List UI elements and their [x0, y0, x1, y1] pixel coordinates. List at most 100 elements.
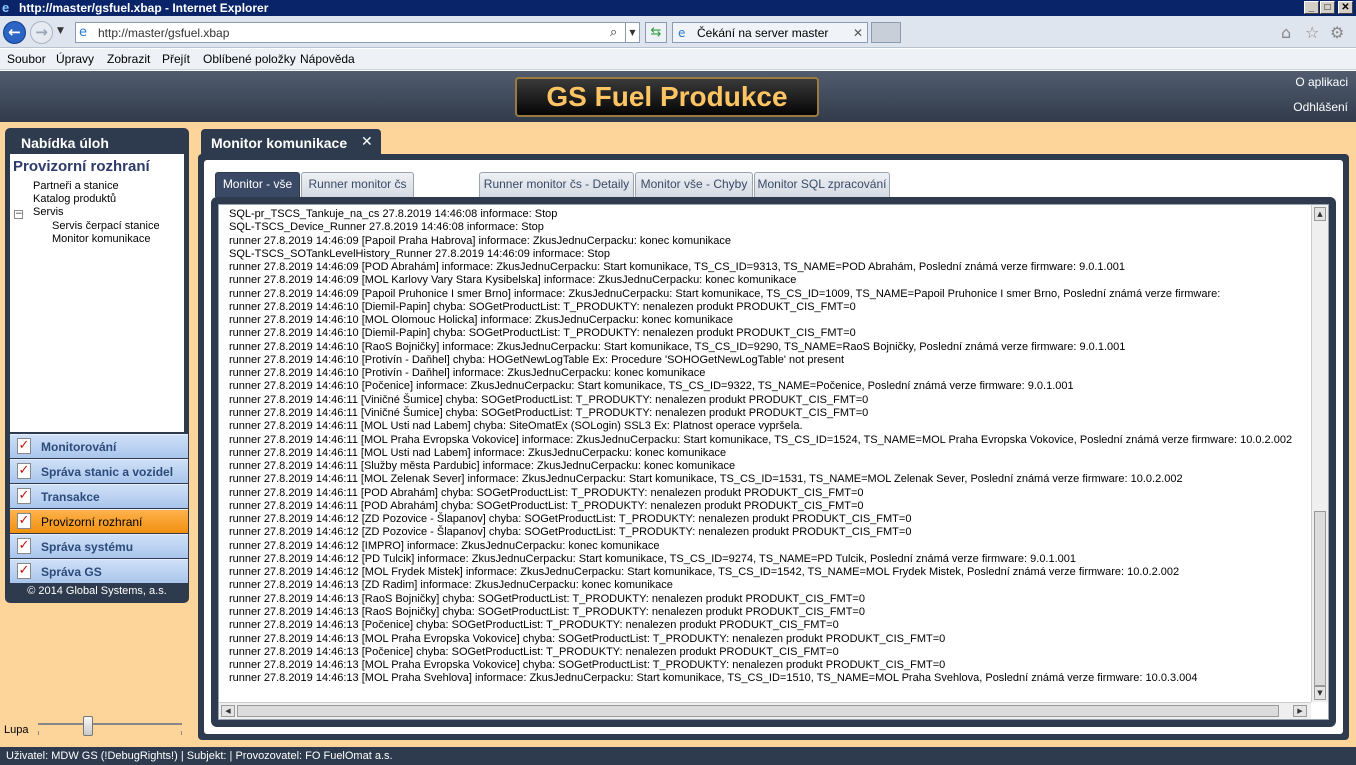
- log-line[interactable]: runner 27.8.2019 14:46:12 [ZD Pozovice -…: [229, 513, 1309, 526]
- menu-file[interactable]: Soubor: [7, 52, 46, 66]
- log-lines: SQL-pr_TSCS_Tankuje_na_cs 27.8.2019 14:4…: [229, 208, 1309, 686]
- log-line[interactable]: runner 27.8.2019 14:46:10 [Diemil-Papin]…: [229, 301, 1309, 314]
- close-icon[interactable]: ✕: [361, 134, 373, 150]
- log-line[interactable]: runner 27.8.2019 14:46:13 [ZD Radim] inf…: [229, 579, 1309, 592]
- nav-label: Monitorování: [41, 440, 117, 454]
- log-line[interactable]: SQL-TSCS_Device_Runner 27.8.2019 14:46:0…: [229, 221, 1309, 234]
- tree-item-monitor[interactable]: Monitor komunikace: [52, 233, 150, 246]
- nav-label: Transakce: [41, 490, 100, 504]
- log-line[interactable]: runner 27.8.2019 14:46:09 [MOL Karlovy V…: [229, 274, 1309, 287]
- zoom-slider-track[interactable]: [38, 723, 182, 725]
- tree-item-service[interactable]: Servis: [33, 206, 64, 219]
- main-content: Monitor - vše Runner monitor čs Runner m…: [204, 160, 1343, 734]
- log-line[interactable]: runner 27.8.2019 14:46:13 [MOL Praha Evr…: [229, 633, 1309, 646]
- new-tab-button[interactable]: [871, 22, 901, 43]
- vertical-scroll-thumb[interactable]: [1314, 511, 1326, 686]
- tab-close-icon[interactable]: ✕: [853, 25, 863, 41]
- tree-collapse-toggle[interactable]: −: [14, 210, 23, 219]
- gear-icon[interactable]: ⚙: [1330, 24, 1344, 42]
- menu-favorites[interactable]: Oblíbené položky: [203, 52, 296, 66]
- log-line[interactable]: runner 27.8.2019 14:46:10 [Počenice] inf…: [229, 380, 1309, 393]
- nav-gs-admin[interactable]: ✓ Správa GS: [10, 559, 188, 583]
- log-line[interactable]: runner 27.8.2019 14:46:10 [Diemil-Papin]…: [229, 327, 1309, 340]
- search-icon[interactable]: ⌕: [610, 24, 617, 41]
- logout-link[interactable]: Odhlášení: [1293, 100, 1348, 114]
- log-line[interactable]: runner 27.8.2019 14:46:11 [Viničné Šumic…: [229, 394, 1309, 407]
- log-line[interactable]: runner 27.8.2019 14:46:13 [Počenice] chy…: [229, 619, 1309, 632]
- tab-runner-monitor[interactable]: Runner monitor čs: [301, 172, 414, 197]
- log-line[interactable]: runner 27.8.2019 14:46:13 [Počenice] chy…: [229, 646, 1309, 659]
- log-line[interactable]: runner 27.8.2019 14:46:11 [Viničné Šumic…: [229, 407, 1309, 420]
- tree-item-station-service[interactable]: Servis čerpací stanice: [52, 220, 160, 233]
- zoom-tick: [38, 731, 39, 735]
- tree-title: Provizorní rozhraní: [13, 158, 150, 175]
- menu-go[interactable]: Přejít: [162, 52, 190, 66]
- ie-logo-icon: e: [2, 0, 10, 15]
- log-line[interactable]: SQL-pr_TSCS_Tankuje_na_cs 27.8.2019 14:4…: [229, 208, 1309, 221]
- refresh-icon: ⇆: [650, 25, 662, 40]
- log-line[interactable]: runner 27.8.2019 14:46:11 [MOL Usti nad …: [229, 420, 1309, 433]
- log-line[interactable]: runner 27.8.2019 14:46:10 [RaoS Bojničky…: [229, 341, 1309, 354]
- scroll-left-icon[interactable]: ◀: [221, 705, 235, 717]
- nav-system-admin[interactable]: ✓ Správa systému: [10, 534, 188, 558]
- log-line[interactable]: runner 27.8.2019 14:46:11 [POD Abrahám] …: [229, 500, 1309, 513]
- log-line[interactable]: runner 27.8.2019 14:46:11 [POD Abrahám] …: [229, 487, 1309, 500]
- log-line[interactable]: runner 27.8.2019 14:46:11 [MOL Praha Evr…: [229, 434, 1309, 447]
- log-line[interactable]: runner 27.8.2019 14:46:10 [MOL Olomouc H…: [229, 314, 1309, 327]
- log-line[interactable]: runner 27.8.2019 14:46:13 [RaoS Bojničky…: [229, 593, 1309, 606]
- star-icon[interactable]: ☆: [1305, 24, 1319, 42]
- tree-item-partners[interactable]: Partneři a stanice: [33, 180, 119, 193]
- tab-monitor-errors[interactable]: Monitor vše - Chyby: [635, 172, 753, 197]
- nav-transactions[interactable]: ✓ Transakce: [10, 484, 188, 508]
- log-line[interactable]: runner 27.8.2019 14:46:13 [MOL Praha Sve…: [229, 672, 1309, 685]
- scroll-right-icon[interactable]: ▶: [1293, 705, 1307, 717]
- log-line[interactable]: runner 27.8.2019 14:46:12 [PD Tulcik] in…: [229, 553, 1309, 566]
- log-line[interactable]: runner 27.8.2019 14:46:11 [MOL Usti nad …: [229, 447, 1309, 460]
- menu-edit[interactable]: Úpravy: [56, 52, 94, 66]
- horizontal-scroll-thumb[interactable]: [237, 705, 1279, 717]
- history-dropdown-icon[interactable]: ▼: [57, 26, 64, 36]
- log-line[interactable]: runner 27.8.2019 14:46:10 [Protivín - Da…: [229, 367, 1309, 380]
- maximize-button[interactable]: □: [1320, 1, 1335, 14]
- log-line[interactable]: runner 27.8.2019 14:46:09 [Papoil Pruhon…: [229, 288, 1309, 301]
- log-line[interactable]: runner 27.8.2019 14:46:09 [Papoil Praha …: [229, 235, 1309, 248]
- log-line[interactable]: runner 27.8.2019 14:46:10 [Protivín - Da…: [229, 354, 1309, 367]
- minimize-button[interactable]: _: [1304, 1, 1319, 14]
- address-bar[interactable]: e http://master/gsfuel.xbap ⌕ ▼: [75, 22, 640, 43]
- log-line[interactable]: runner 27.8.2019 14:46:11 [Služby města …: [229, 460, 1309, 473]
- scroll-down-icon[interactable]: ▼: [1314, 686, 1326, 700]
- horizontal-scrollbar[interactable]: ◀ ▶: [219, 702, 1311, 719]
- tab-monitor-sql[interactable]: Monitor SQL zpracování: [754, 172, 890, 197]
- nav-stations-vehicles[interactable]: ✓ Správa stanic a vozidel: [10, 459, 188, 483]
- address-url[interactable]: http://master/gsfuel.xbap: [98, 26, 229, 40]
- nav-monitoring[interactable]: ✓ Monitorování: [10, 434, 188, 458]
- refresh-button[interactable]: ⇆: [645, 22, 667, 43]
- tree-item-catalog[interactable]: Katalog produktů: [33, 193, 116, 206]
- home-icon[interactable]: ⌂: [1281, 24, 1291, 42]
- log-line[interactable]: runner 27.8.2019 14:46:13 [MOL Praha Evr…: [229, 659, 1309, 672]
- zoom-slider-thumb[interactable]: [83, 716, 93, 736]
- log-line[interactable]: runner 27.8.2019 14:46:11 [MOL Zelenak S…: [229, 473, 1309, 486]
- log-list[interactable]: SQL-pr_TSCS_Tankuje_na_cs 27.8.2019 14:4…: [218, 204, 1329, 720]
- log-line[interactable]: SQL-TSCS_SOTankLevelHistory_Runner 27.8.…: [229, 248, 1309, 261]
- forward-button[interactable]: →: [30, 21, 53, 44]
- browser-tab[interactable]: e Čekání na server master ✕: [672, 22, 868, 43]
- main-tab[interactable]: Monitor komunikace ✕: [201, 129, 381, 156]
- log-line[interactable]: runner 27.8.2019 14:46:13 [RaoS Bojničky…: [229, 606, 1309, 619]
- vertical-scrollbar[interactable]: ▲ ▼: [1311, 205, 1328, 702]
- log-line[interactable]: runner 27.8.2019 14:46:09 [POD Abrahám] …: [229, 261, 1309, 274]
- log-line[interactable]: runner 27.8.2019 14:46:12 [IMPRO] inform…: [229, 540, 1309, 553]
- tab-monitor-all[interactable]: Monitor - vše: [215, 172, 300, 197]
- log-line[interactable]: runner 27.8.2019 14:46:12 [MOL Frydek Mi…: [229, 566, 1309, 579]
- nav-provisional-interface[interactable]: ✓ Provizorní rozhraní: [10, 509, 188, 533]
- close-window-button[interactable]: ✕: [1338, 1, 1353, 14]
- menu-view[interactable]: Zobrazit: [107, 52, 150, 66]
- menu-help[interactable]: Nápověda: [300, 52, 355, 66]
- log-line[interactable]: runner 27.8.2019 14:46:12 [ZD Pozovice -…: [229, 526, 1309, 539]
- back-button[interactable]: ←: [3, 21, 26, 44]
- tab-runner-monitor-details[interactable]: Runner monitor čs - Detaily: [479, 172, 634, 197]
- about-link[interactable]: O aplikaci: [1295, 75, 1348, 89]
- address-dropdown-icon[interactable]: ▼: [625, 23, 639, 42]
- scroll-up-icon[interactable]: ▲: [1314, 207, 1326, 221]
- back-arrow-icon: ←: [8, 23, 21, 41]
